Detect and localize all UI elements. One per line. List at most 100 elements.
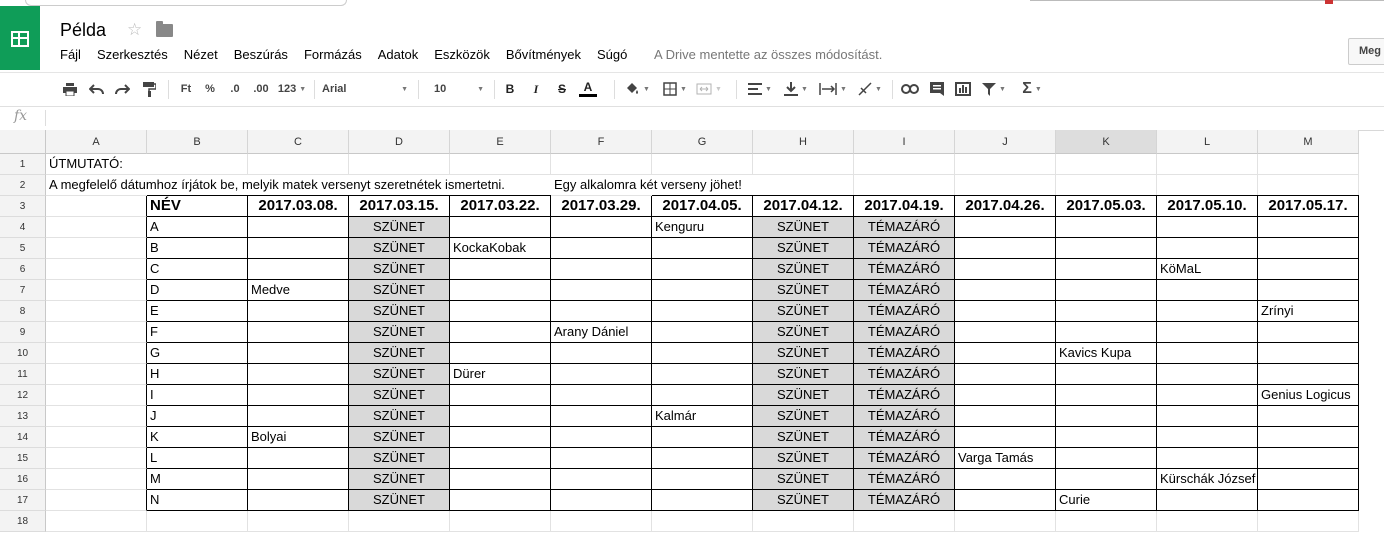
name-cell[interactable]: J: [147, 406, 248, 427]
competition-cell[interactable]: Zrínyi: [1258, 301, 1359, 322]
cell[interactable]: [248, 217, 349, 238]
cell[interactable]: [450, 154, 551, 175]
cell[interactable]: [1056, 469, 1157, 490]
header-date[interactable]: 2017.03.29.: [551, 195, 652, 217]
cell[interactable]: [753, 154, 854, 175]
cell[interactable]: [652, 511, 753, 532]
column-header-i[interactable]: I: [854, 130, 955, 154]
font-select[interactable]: Arial ▼: [322, 80, 408, 98]
cell[interactable]: [551, 217, 652, 238]
name-cell[interactable]: D: [147, 280, 248, 301]
cell[interactable]: [450, 427, 551, 448]
cell[interactable]: [854, 154, 955, 175]
cell[interactable]: [955, 154, 1056, 175]
cell[interactable]: [46, 406, 147, 427]
cell[interactable]: [248, 238, 349, 259]
column-header-g[interactable]: G: [652, 130, 753, 154]
break-cell[interactable]: SZÜNET: [753, 301, 854, 322]
name-cell[interactable]: M: [147, 469, 248, 490]
cell[interactable]: [248, 448, 349, 469]
competition-cell[interactable]: Medve: [248, 280, 349, 301]
cell[interactable]: [46, 259, 147, 280]
break-cell[interactable]: SZÜNET: [753, 217, 854, 238]
competition-cell[interactable]: Kenguru: [652, 217, 753, 238]
undo-icon[interactable]: [86, 80, 106, 98]
cell[interactable]: [349, 154, 450, 175]
cell[interactable]: [1258, 154, 1359, 175]
break-cell[interactable]: SZÜNET: [349, 406, 450, 427]
break-cell[interactable]: SZÜNET: [349, 280, 450, 301]
cell[interactable]: [46, 343, 147, 364]
cell[interactable]: [955, 322, 1056, 343]
name-cell[interactable]: G: [147, 343, 248, 364]
cell[interactable]: [1258, 238, 1359, 259]
cell[interactable]: [551, 343, 652, 364]
competition-cell[interactable]: Bolyai: [248, 427, 349, 448]
column-header-f[interactable]: F: [551, 130, 652, 154]
break-cell[interactable]: SZÜNET: [753, 406, 854, 427]
strikethrough-button[interactable]: S: [554, 80, 570, 98]
cell[interactable]: [46, 217, 147, 238]
cell[interactable]: [1056, 259, 1157, 280]
break-cell[interactable]: SZÜNET: [753, 322, 854, 343]
cell[interactable]: [551, 406, 652, 427]
competition-cell[interactable]: KockaKobak: [450, 238, 551, 259]
cell[interactable]: [955, 259, 1056, 280]
cell[interactable]: [551, 280, 652, 301]
test-cell[interactable]: TÉMAZÁRÓ: [854, 322, 955, 343]
column-header-a[interactable]: A: [46, 130, 147, 154]
cell[interactable]: [1056, 427, 1157, 448]
break-cell[interactable]: SZÜNET: [349, 469, 450, 490]
cell[interactable]: [46, 364, 147, 385]
cell[interactable]: [1056, 301, 1157, 322]
cell[interactable]: [955, 406, 1056, 427]
cell[interactable]: [955, 280, 1056, 301]
cell[interactable]: [1258, 406, 1359, 427]
instruction-title[interactable]: ÚTMUTATÓ:: [46, 154, 147, 175]
row-header-6[interactable]: 6: [0, 259, 46, 280]
cell[interactable]: [1056, 385, 1157, 406]
cell[interactable]: [1157, 280, 1258, 301]
cell[interactable]: [147, 511, 248, 532]
cell[interactable]: [248, 259, 349, 280]
cell[interactable]: [652, 154, 753, 175]
menu-data[interactable]: Adatok: [378, 47, 418, 62]
cell[interactable]: [1157, 490, 1258, 511]
percent-format-button[interactable]: %: [200, 80, 220, 98]
cell[interactable]: [46, 385, 147, 406]
column-header-d[interactable]: D: [349, 130, 450, 154]
break-cell[interactable]: SZÜNET: [753, 364, 854, 385]
row-header-13[interactable]: 13: [0, 406, 46, 427]
borders-icon[interactable]: ▼: [660, 80, 690, 98]
cell[interactable]: [1056, 175, 1157, 196]
cell[interactable]: [450, 259, 551, 280]
header-date[interactable]: 2017.05.10.: [1157, 195, 1258, 217]
row-header-8[interactable]: 8: [0, 301, 46, 322]
header-date[interactable]: 2017.03.22.: [450, 195, 551, 217]
cell[interactable]: [1157, 448, 1258, 469]
cell[interactable]: [652, 280, 753, 301]
menu-tools[interactable]: Eszközök: [434, 47, 490, 62]
cell[interactable]: [652, 490, 753, 511]
header-name[interactable]: NÉV: [147, 195, 248, 217]
name-cell[interactable]: H: [147, 364, 248, 385]
currency-format-button[interactable]: Ft: [176, 80, 196, 98]
cell[interactable]: [1258, 364, 1359, 385]
cell[interactable]: [450, 343, 551, 364]
star-icon[interactable]: ☆: [127, 20, 142, 40]
increase-decimal-button[interactable]: .00: [250, 80, 272, 98]
more-formats-button[interactable]: 123 ▼: [276, 80, 308, 98]
break-cell[interactable]: SZÜNET: [753, 490, 854, 511]
cell[interactable]: [551, 154, 652, 175]
row-header-10[interactable]: 10: [0, 343, 46, 364]
instruction-text[interactable]: A megfelelő dátumhoz írjátok be, melyik …: [46, 175, 505, 196]
row-header-11[interactable]: 11: [0, 364, 46, 385]
test-cell[interactable]: TÉMAZÁRÓ: [854, 427, 955, 448]
bold-button[interactable]: B: [502, 80, 518, 98]
cell[interactable]: [1157, 301, 1258, 322]
cell[interactable]: [1157, 427, 1258, 448]
cell[interactable]: [1056, 280, 1157, 301]
cell[interactable]: [1258, 511, 1359, 532]
insert-link-icon[interactable]: [900, 80, 920, 98]
cell[interactable]: [1258, 259, 1359, 280]
